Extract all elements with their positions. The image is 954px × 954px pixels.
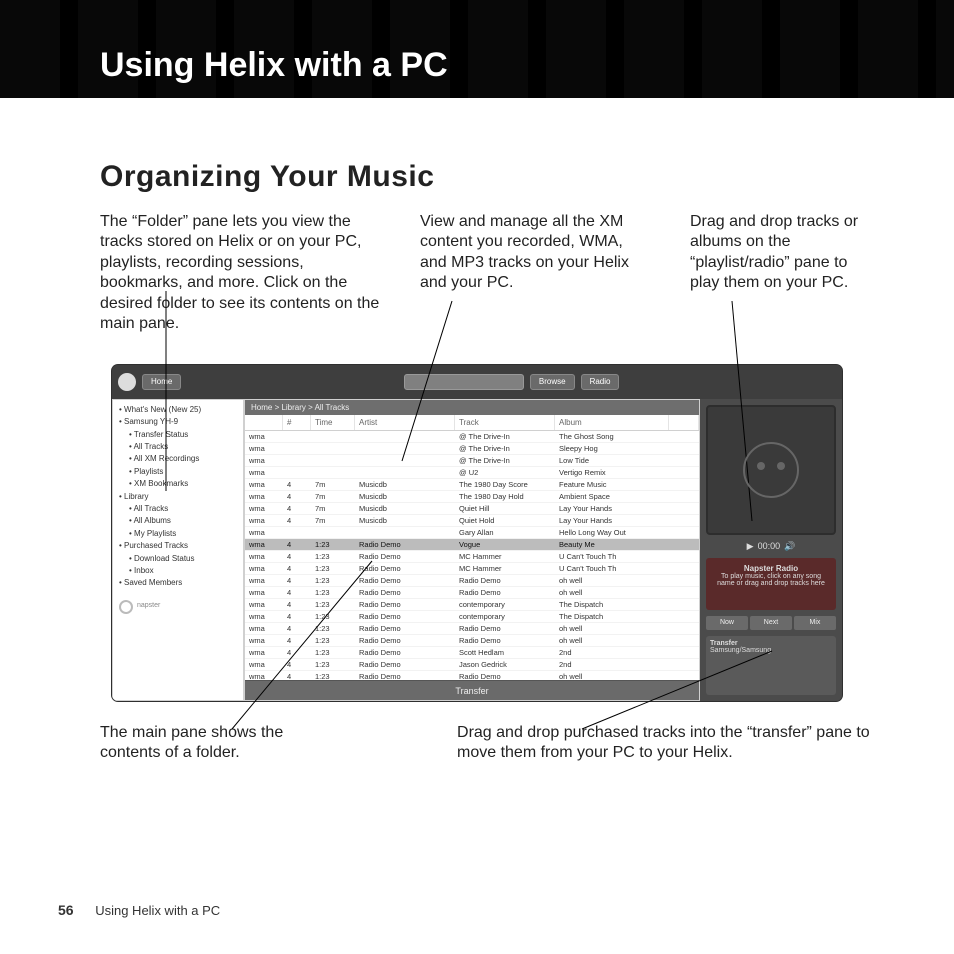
nav-radio-button[interactable]: Radio	[581, 374, 620, 390]
table-row[interactable]: wma41:23Radio DemocontemporaryThe Dispat…	[245, 599, 699, 611]
transfer-pane-label: Transfer	[710, 640, 832, 647]
folder-item[interactable]: • Saved Members	[119, 577, 237, 589]
now-playing-title: Napster Radio	[712, 564, 830, 573]
transfer-pane[interactable]: Transfer Samsung/Samsung	[706, 636, 836, 695]
album-art-placeholder	[706, 405, 836, 535]
page-footer: 56 Using Helix with a PC	[58, 902, 220, 918]
table-row[interactable]: wma41:23Radio DemoMC HammerU Can't Touch…	[245, 563, 699, 575]
folder-item[interactable]: • Library	[119, 491, 237, 503]
volume-icon[interactable]: 🔊	[784, 541, 795, 552]
table-row[interactable]: wma@ U2Vertigo Remix	[245, 467, 699, 479]
col-album[interactable]: Album	[555, 415, 669, 430]
table-row[interactable]: wma41:23Radio DemoRadio Demooh well	[245, 623, 699, 635]
tab-next[interactable]: Next	[750, 616, 792, 630]
table-row[interactable]: wma41:23Radio DemocontemporaryThe Dispat…	[245, 611, 699, 623]
transfer-pane-item[interactable]: Samsung/Samsung	[710, 647, 832, 654]
now-playing-hint: To play music, click on any song name or…	[712, 573, 830, 587]
table-row[interactable]: wma47mMusicdbThe 1980 Day ScoreFeature M…	[245, 479, 699, 491]
play-icon[interactable]: ▶	[747, 541, 754, 552]
table-row[interactable]: wmaGary AllanHello Long Way Out	[245, 527, 699, 539]
table-row[interactable]: wma47mMusicdbQuiet HillLay Your Hands	[245, 503, 699, 515]
folder-item[interactable]: • All Tracks	[119, 503, 237, 515]
player-tabs[interactable]: Now Next Mix	[706, 616, 836, 630]
now-playing-panel: Napster Radio To play music, click on an…	[706, 558, 836, 610]
table-row[interactable]: wma41:23Radio DemoMC HammerU Can't Touch…	[245, 551, 699, 563]
table-row[interactable]: wma@ The Drive-InLow Tide	[245, 455, 699, 467]
table-row[interactable]: wma41:23Radio DemoRadio Demooh well	[245, 587, 699, 599]
napster-face-icon	[743, 442, 799, 498]
folder-item[interactable]: • All Tracks	[119, 441, 237, 453]
nav-home-button[interactable]: Home	[142, 374, 181, 390]
table-row[interactable]: wma47mMusicdbThe 1980 Day HoldAmbient Sp…	[245, 491, 699, 503]
col-time[interactable]: Time	[311, 415, 355, 430]
table-row[interactable]: wma47mMusicdbQuiet HoldLay Your Hands	[245, 515, 699, 527]
running-title: Using Helix with a PC	[95, 903, 220, 918]
breadcrumb[interactable]: Home > Library > All Tracks	[245, 400, 699, 415]
col-extra[interactable]	[669, 415, 699, 430]
table-row[interactable]: wma@ The Drive-InThe Ghost Song	[245, 431, 699, 443]
nav-browse-button[interactable]: Browse	[530, 374, 575, 390]
col-track[interactable]: Track	[455, 415, 555, 430]
playlist-radio-pane: ▶ 00:00 🔊 Napster Radio To play music, c…	[700, 399, 842, 701]
track-list[interactable]: wma@ The Drive-InThe Ghost Songwma@ The …	[245, 431, 699, 680]
table-row[interactable]: wma41:23Radio DemoScott Hedlam2nd	[245, 647, 699, 659]
folder-item[interactable]: • XM Bookmarks	[119, 478, 237, 490]
bottom-callouts: The main pane shows the contents of a fo…	[100, 723, 874, 764]
folder-item[interactable]: • Transfer Status	[119, 429, 237, 441]
folder-item[interactable]: • Inbox	[119, 565, 237, 577]
section-title: Organizing Your Music	[100, 160, 954, 194]
folder-item[interactable]: • Playlists	[119, 466, 237, 478]
app-titlebar: Home Browse Radio	[112, 365, 842, 399]
col-num[interactable]: #	[283, 415, 311, 430]
player-controls[interactable]: ▶ 00:00 🔊	[706, 541, 836, 552]
callout-folder-pane: The “Folder” pane lets you view the trac…	[100, 212, 390, 335]
transfer-bar[interactable]: Transfer	[245, 680, 699, 700]
page-number: 56	[58, 902, 74, 918]
folder-item[interactable]: • Purchased Tracks	[119, 540, 237, 552]
col-artist[interactable]: Artist	[355, 415, 455, 430]
folder-item[interactable]: • What's New (New 25)	[119, 404, 237, 416]
screenshot-figure: Home Browse Radio • What's New (New 25)•…	[112, 365, 842, 701]
tab-now[interactable]: Now	[706, 616, 748, 630]
folder-item[interactable]: • Samsung YH-9	[119, 416, 237, 428]
table-row[interactable]: wma41:23Radio DemoJason Gedrick2nd	[245, 659, 699, 671]
folder-item[interactable]: • All XM Recordings	[119, 453, 237, 465]
folder-item[interactable]: • My Playlists	[119, 528, 237, 540]
header-band: Using Helix with a PC	[0, 0, 954, 98]
table-row[interactable]: wma41:23Radio DemoRadio Demooh well	[245, 635, 699, 647]
table-row[interactable]: wma41:23Radio DemoRadio Demooh well	[245, 575, 699, 587]
callout-view-manage: View and manage all the XM content you r…	[420, 212, 630, 335]
callout-main-pane: The main pane shows the contents of a fo…	[100, 723, 297, 764]
time-display: 00:00	[758, 541, 781, 552]
chapter-title: Using Helix with a PC	[100, 46, 448, 85]
column-headers[interactable]: # Time Artist Track Album	[245, 415, 699, 431]
col-type[interactable]	[245, 415, 283, 430]
app-window: Home Browse Radio • What's New (New 25)•…	[112, 365, 842, 701]
folder-item[interactable]: • Download Status	[119, 553, 237, 565]
top-callouts: The “Folder” pane lets you view the trac…	[100, 212, 874, 335]
tab-mix[interactable]: Mix	[794, 616, 836, 630]
app-logo-icon	[118, 373, 136, 391]
table-row[interactable]: wma@ The Drive-InSleepy Hog	[245, 443, 699, 455]
napster-logo-icon: napster	[119, 600, 237, 614]
callout-drag-playlist: Drag and drop tracks or albums on the “p…	[690, 212, 874, 335]
search-input[interactable]	[404, 374, 524, 390]
table-row[interactable]: wma41:23Radio DemoVogueBeauty Me	[245, 539, 699, 551]
callout-transfer-pane: Drag and drop purchased tracks into the …	[457, 723, 874, 764]
main-pane: Home > Library > All Tracks # Time Artis…	[244, 399, 700, 701]
folder-pane[interactable]: • What's New (New 25)• Samsung YH-9• Tra…	[112, 399, 244, 701]
table-row[interactable]: wma41:23Radio DemoRadio Demooh well	[245, 671, 699, 680]
folder-item[interactable]: • All Albums	[119, 515, 237, 527]
